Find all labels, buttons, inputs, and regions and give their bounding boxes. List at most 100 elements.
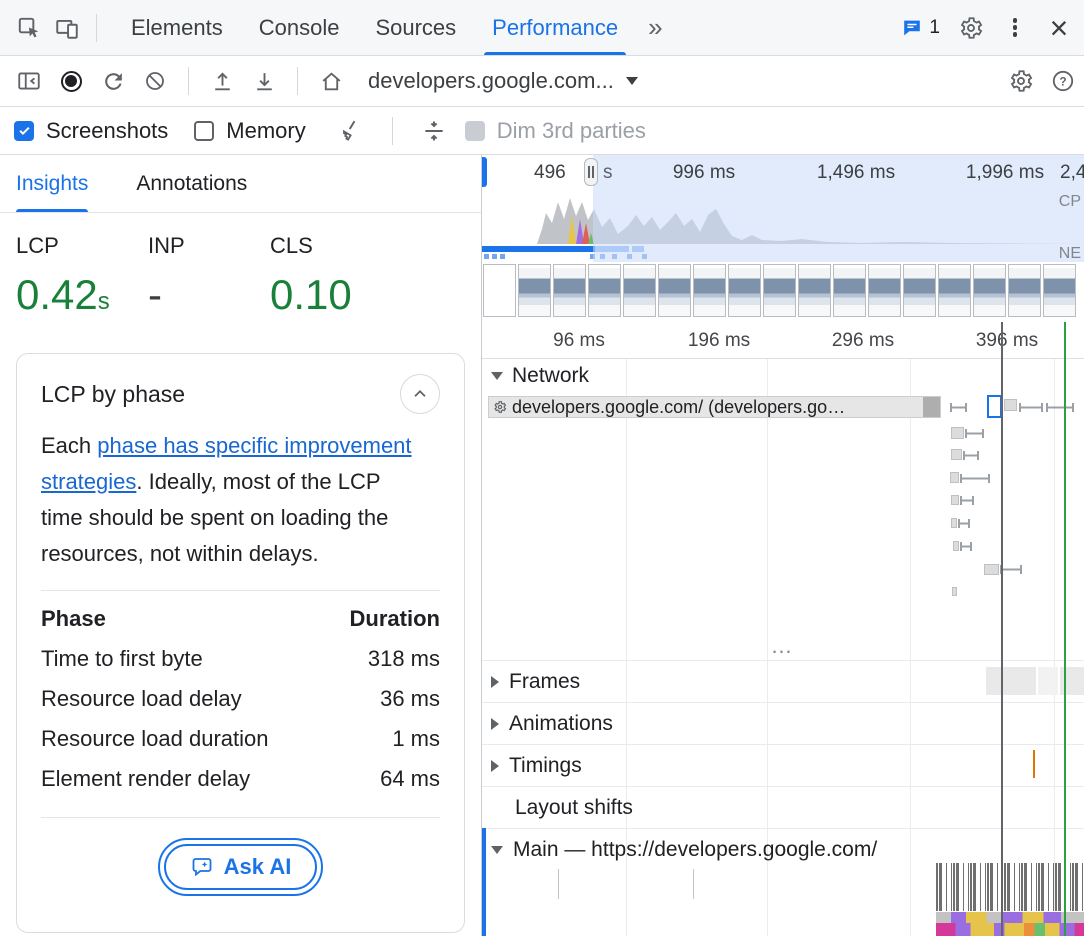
overview-tick-suffix: s bbox=[603, 162, 613, 184]
network-request-bar[interactable] bbox=[951, 449, 962, 460]
track-label: Main — https://developers.google.com/ bbox=[513, 838, 877, 862]
network-request-bar[interactable] bbox=[953, 541, 959, 551]
desc-text: Each bbox=[41, 433, 97, 458]
triangle-down-icon bbox=[491, 846, 503, 854]
screenshots-checkbox[interactable]: Screenshots bbox=[14, 118, 168, 144]
request-whisker[interactable] bbox=[960, 474, 990, 483]
network-track-label-truncated: NE bbox=[1059, 245, 1081, 263]
network-request-bar[interactable] bbox=[984, 564, 999, 575]
filmstrip-thumbnail bbox=[588, 264, 621, 317]
request-whisker[interactable] bbox=[950, 403, 967, 412]
inspect-element-button[interactable] bbox=[10, 9, 48, 47]
ruler-tick: 96 ms bbox=[553, 330, 605, 352]
network-track-resizer[interactable]: … bbox=[482, 633, 1084, 659]
request-whisker[interactable] bbox=[960, 542, 972, 551]
task-tick bbox=[558, 869, 559, 899]
network-track-header[interactable]: Network bbox=[482, 358, 589, 394]
phase-duration: 318 ms bbox=[368, 646, 440, 672]
record-button[interactable] bbox=[52, 62, 90, 100]
network-track-label: Network bbox=[512, 364, 589, 388]
flame-chart-segments[interactable] bbox=[936, 912, 1084, 923]
filmstrip-thumbnail bbox=[1008, 264, 1041, 317]
core-web-vitals: LCP 0.42s INP - CLS 0.10 bbox=[0, 213, 481, 335]
chevron-down-icon bbox=[626, 77, 638, 85]
ask-ai-label: Ask AI bbox=[224, 854, 292, 880]
kebab-menu-icon bbox=[1013, 16, 1018, 40]
more-tabs-button[interactable]: » bbox=[636, 0, 674, 55]
lcp-unit: s bbox=[98, 288, 110, 315]
filmstrip-thumbnail bbox=[868, 264, 901, 317]
collapse-card-button[interactable] bbox=[400, 374, 440, 414]
network-request-bar[interactable]: developers.google.com/ (developers.go… bbox=[488, 396, 941, 418]
request-whisker[interactable] bbox=[1046, 403, 1074, 412]
selection-right-handle[interactable] bbox=[584, 158, 598, 186]
shrink-tracks-button[interactable] bbox=[415, 112, 453, 150]
tab-elements[interactable]: Elements bbox=[113, 0, 241, 55]
ask-ai-button[interactable]: Ask AI bbox=[164, 844, 318, 890]
svg-text:?: ? bbox=[1059, 74, 1066, 88]
selected-request-outline[interactable] bbox=[987, 395, 1002, 418]
timeline-overview[interactable]: 496 s 996 ms 1,496 ms 1,996 ms 2,49 CP N… bbox=[482, 155, 1084, 323]
event-marker-line bbox=[1001, 322, 1003, 936]
track-layout-shifts[interactable]: Layout shifts bbox=[482, 786, 1084, 828]
track-timings[interactable]: Timings bbox=[482, 744, 1084, 786]
close-devtools-button[interactable]: × bbox=[1040, 9, 1078, 47]
phase-duration: 64 ms bbox=[380, 766, 440, 792]
request-whisker[interactable] bbox=[965, 429, 984, 438]
issues-chat-icon bbox=[901, 17, 923, 39]
tab-insights[interactable]: Insights bbox=[16, 155, 88, 212]
issues-button[interactable]: 1 bbox=[895, 9, 946, 47]
track-frames[interactable]: Frames bbox=[482, 660, 1084, 702]
network-request-bar[interactable] bbox=[951, 495, 959, 505]
inspect-cursor-icon bbox=[16, 15, 42, 41]
live-metrics-button[interactable] bbox=[312, 62, 350, 100]
load-profile-button[interactable] bbox=[203, 62, 241, 100]
phase-duration: 36 ms bbox=[380, 686, 440, 712]
flame-chart-tasks[interactable] bbox=[936, 863, 1084, 911]
save-profile-button[interactable] bbox=[245, 62, 283, 100]
ruler-tick: 396 ms bbox=[976, 330, 1038, 352]
filmstrip-thumbnail bbox=[693, 264, 726, 317]
network-request-bar[interactable] bbox=[951, 518, 957, 528]
tab-annotations[interactable]: Annotations bbox=[136, 155, 247, 212]
clear-button[interactable] bbox=[136, 62, 174, 100]
network-request-bar[interactable] bbox=[1004, 399, 1017, 411]
dim-3rd-parties-checkbox[interactable]: Dim 3rd parties bbox=[465, 118, 646, 144]
settings-button[interactable] bbox=[952, 9, 990, 47]
dim-3rd-parties-label: Dim 3rd parties bbox=[497, 118, 646, 144]
record-and-reload-button[interactable] bbox=[94, 62, 132, 100]
toggle-sidebar-button[interactable] bbox=[10, 62, 48, 100]
duration-column-header: Duration bbox=[350, 606, 440, 632]
sidebar-tabs: Insights Annotations bbox=[0, 155, 481, 213]
capture-settings-button[interactable] bbox=[1002, 62, 1040, 100]
triangle-down-icon bbox=[491, 372, 503, 380]
memory-checkbox[interactable]: Memory bbox=[194, 118, 305, 144]
request-whisker[interactable] bbox=[958, 519, 970, 528]
tab-performance[interactable]: Performance bbox=[474, 0, 636, 55]
phase-column-header: Phase bbox=[41, 606, 106, 632]
device-toolbar-button[interactable] bbox=[48, 9, 86, 47]
table-row: Time to first byte 318 ms bbox=[41, 639, 440, 679]
tab-sources[interactable]: Sources bbox=[357, 0, 474, 55]
page-select[interactable]: developers.google.com... bbox=[354, 68, 652, 94]
phase-name: Time to first byte bbox=[41, 646, 203, 672]
network-request-bar[interactable] bbox=[952, 587, 957, 596]
track-animations[interactable]: Animations bbox=[482, 702, 1084, 744]
request-whisker[interactable] bbox=[960, 496, 974, 505]
network-request-label: developers.google.com/ (developers.go… bbox=[512, 397, 845, 418]
network-request-bar[interactable] bbox=[951, 427, 964, 439]
tab-console[interactable]: Console bbox=[241, 0, 358, 55]
network-request-bar[interactable] bbox=[950, 472, 959, 483]
collect-garbage-button[interactable] bbox=[332, 112, 370, 150]
overview-tick: 1,996 ms bbox=[966, 162, 1044, 184]
request-whisker[interactable] bbox=[1019, 403, 1043, 412]
request-whisker[interactable] bbox=[963, 451, 979, 460]
help-button[interactable]: ? bbox=[1044, 62, 1082, 100]
panel-left-icon bbox=[16, 68, 42, 94]
request-whisker[interactable] bbox=[1000, 565, 1022, 574]
filmstrip-thumbnail bbox=[658, 264, 691, 317]
selection-left-handle[interactable] bbox=[482, 157, 487, 187]
more-options-button[interactable] bbox=[996, 9, 1034, 47]
flame-chart-segments[interactable] bbox=[936, 923, 1084, 936]
performance-controls-toolbar: developers.google.com... ? bbox=[0, 56, 1084, 107]
